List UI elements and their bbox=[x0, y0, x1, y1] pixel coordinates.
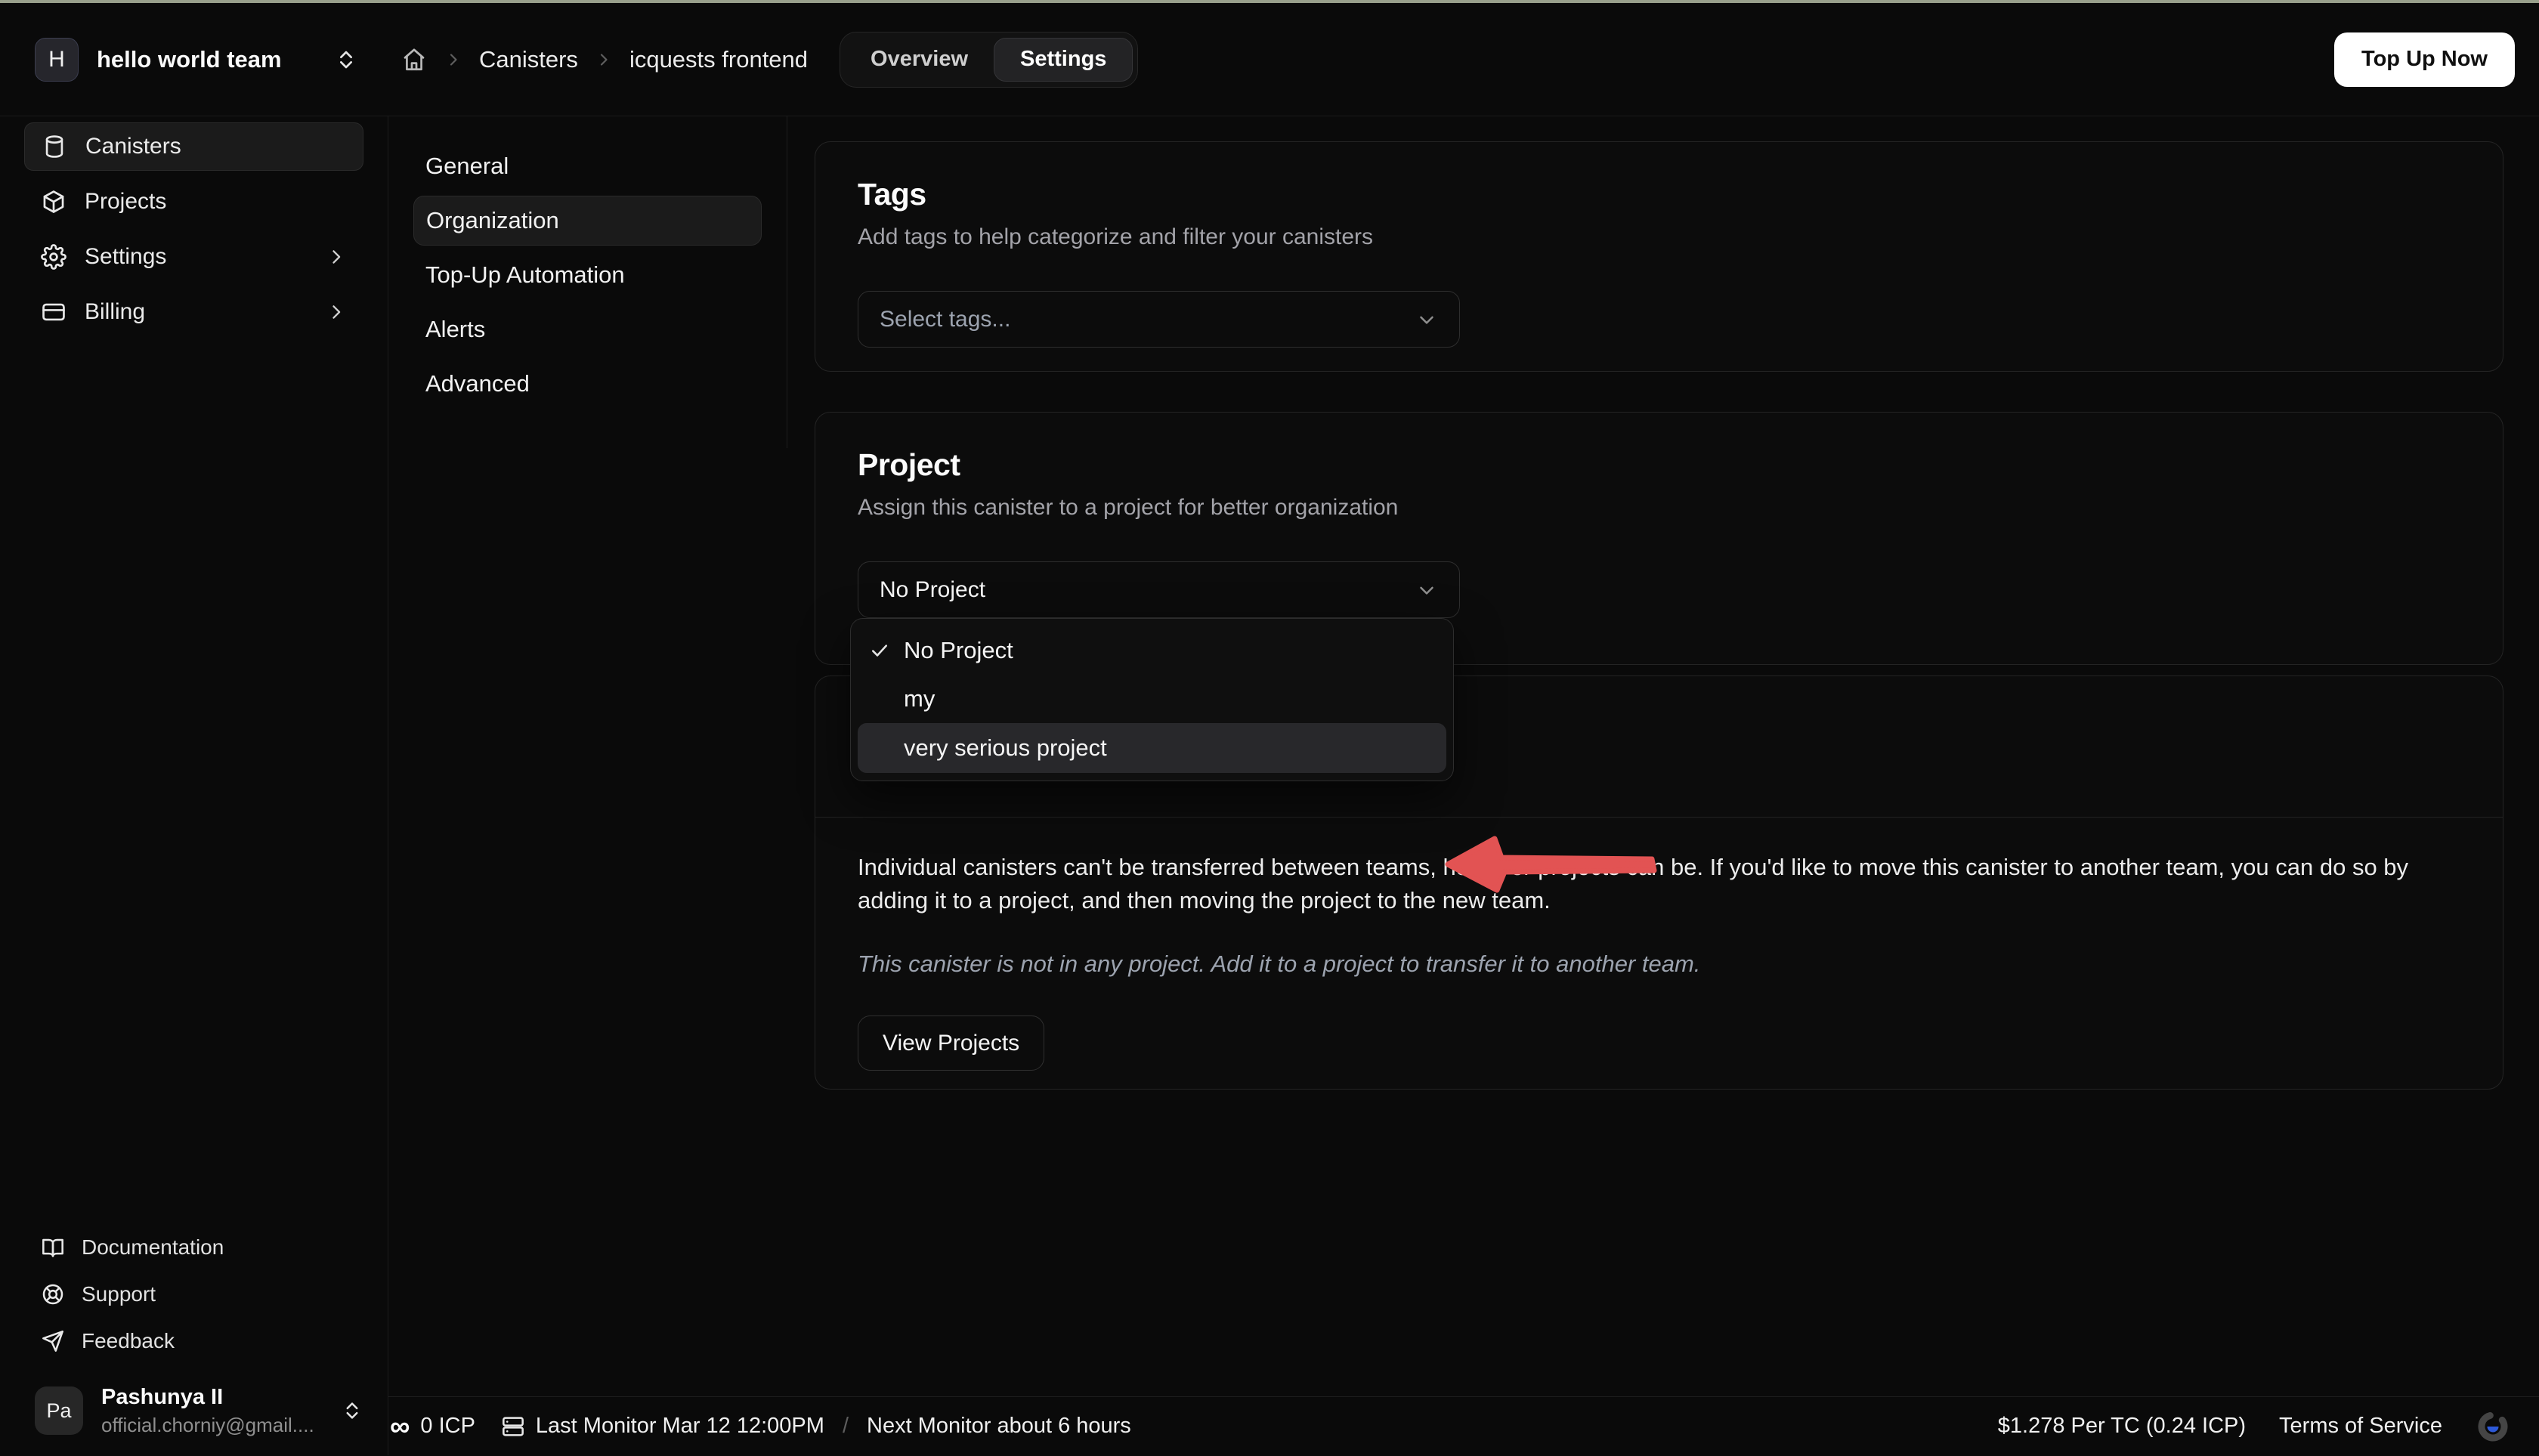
sidebar-item-label: Billing bbox=[85, 299, 145, 325]
user-texts: Pashunya II official.chorniy@gmail.... bbox=[101, 1384, 314, 1437]
icp-balance-value: 0 ICP bbox=[420, 1414, 475, 1439]
send-icon bbox=[41, 1329, 65, 1353]
settings-content: General Organization Top-Up Automation A… bbox=[388, 116, 2539, 1396]
sidebar-item-documentation[interactable]: Documentation bbox=[24, 1224, 363, 1271]
sidebar-item-label: Canisters bbox=[85, 134, 181, 159]
team-switcher[interactable]: H hello world team bbox=[0, 38, 388, 82]
book-open-icon bbox=[41, 1235, 65, 1260]
tab-settings[interactable]: Settings bbox=[994, 38, 1133, 82]
tags-select[interactable]: Select tags... bbox=[858, 291, 1460, 348]
cube-icon bbox=[41, 189, 66, 215]
team-name: hello world team bbox=[97, 46, 282, 73]
status-bar-right: $1.278 Per TC (0.24 ICP) Terms of Servic… bbox=[1998, 1409, 2510, 1444]
check-icon bbox=[869, 640, 892, 661]
next-monitor-text: Next Monitor about 6 hours bbox=[867, 1414, 1131, 1439]
tags-card: Tags Add tags to help categorize and fil… bbox=[815, 141, 2503, 372]
sidebar-item-label: Projects bbox=[85, 189, 166, 215]
user-avatar: Pa bbox=[35, 1386, 83, 1435]
gear-icon bbox=[41, 244, 66, 270]
project-dropdown-menu: No Project my very serious project bbox=[850, 618, 1454, 781]
annotation-arrow bbox=[1443, 833, 1662, 900]
team-avatar: H bbox=[35, 38, 79, 82]
server-icon bbox=[501, 1414, 525, 1439]
chevron-right-icon bbox=[444, 51, 462, 69]
chevrons-up-down-icon bbox=[341, 1398, 363, 1424]
tc-price: $1.278 Per TC (0.24 ICP) bbox=[1998, 1414, 2246, 1439]
infinity-icon: ∞ bbox=[390, 1412, 410, 1440]
user-email: official.chorniy@gmail.... bbox=[101, 1414, 314, 1437]
sidebar-item-label: Settings bbox=[85, 244, 166, 270]
sidebar-item-canisters[interactable]: Canisters bbox=[24, 122, 363, 171]
dropdown-option-label: my bbox=[904, 685, 935, 713]
chevron-right-icon bbox=[595, 51, 613, 69]
sidebar-nav: Canisters Projects Settings bbox=[0, 116, 388, 343]
dropdown-option-no-project[interactable]: No Project bbox=[858, 626, 1446, 675]
footer-item-label: Feedback bbox=[82, 1329, 175, 1353]
chevron-right-icon bbox=[326, 246, 347, 267]
monitor-status: Last Monitor Mar 12 12:00PM / Next Monit… bbox=[501, 1414, 1131, 1439]
sidebar: Canisters Projects Settings bbox=[0, 116, 388, 1455]
icp-balance: ∞ 0 ICP bbox=[390, 1412, 475, 1440]
project-select[interactable]: No Project bbox=[858, 561, 1460, 618]
tags-select-placeholder: Select tags... bbox=[880, 307, 1415, 332]
cards-column: Tags Add tags to help categorize and fil… bbox=[787, 116, 2539, 1396]
sidebar-spacer bbox=[0, 343, 388, 1224]
sidebar-item-billing[interactable]: Billing bbox=[24, 288, 363, 336]
settings-nav-advanced[interactable]: Advanced bbox=[413, 359, 762, 409]
chevron-right-icon bbox=[326, 301, 347, 323]
dropdown-option-very-serious-project[interactable]: very serious project bbox=[858, 723, 1446, 773]
dropdown-option-label: very serious project bbox=[904, 734, 1107, 762]
tags-card-subtitle: Add tags to help categorize and filter y… bbox=[858, 224, 2460, 250]
view-projects-button[interactable]: View Projects bbox=[858, 1015, 1044, 1071]
sidebar-footer: Documentation Support Feedback bbox=[0, 1224, 388, 1369]
dropdown-option-my[interactable]: my bbox=[858, 675, 1446, 723]
cycleops-logo-icon[interactable] bbox=[2476, 1409, 2510, 1444]
canister-icon bbox=[42, 134, 67, 159]
sidebar-item-support[interactable]: Support bbox=[24, 1271, 363, 1318]
project-card-title: Project bbox=[858, 447, 2460, 483]
chevron-down-icon bbox=[1415, 308, 1438, 331]
user-menu[interactable]: Pa Pashunya II official.chorniy@gmail...… bbox=[0, 1369, 388, 1455]
project-select-value: No Project bbox=[880, 577, 1415, 603]
breadcrumb-canister-name: icquests frontend bbox=[629, 46, 808, 73]
sidebar-item-feedback[interactable]: Feedback bbox=[24, 1318, 363, 1365]
terms-of-service-link[interactable]: Terms of Service bbox=[2279, 1414, 2442, 1439]
top-up-now-button[interactable]: Top Up Now bbox=[2334, 32, 2515, 87]
status-separator: / bbox=[835, 1414, 856, 1439]
settings-sub-nav: General Organization Top-Up Automation A… bbox=[388, 116, 787, 448]
sidebar-item-projects[interactable]: Projects bbox=[24, 178, 363, 226]
app-header: H hello world team Canisters icquests fr… bbox=[0, 3, 2539, 116]
home-icon[interactable] bbox=[400, 46, 428, 73]
last-monitor-text: Last Monitor Mar 12 12:00PM bbox=[536, 1414, 824, 1439]
project-card-subtitle: Assign this canister to a project for be… bbox=[858, 495, 2460, 521]
settings-nav-topup-automation[interactable]: Top-Up Automation bbox=[413, 250, 762, 300]
status-bar: ∞ 0 ICP Last Monitor Mar 12 12:00PM / Ne… bbox=[388, 1396, 2539, 1455]
footer-item-label: Support bbox=[82, 1282, 156, 1306]
chevron-down-icon bbox=[1415, 579, 1438, 601]
tags-card-title: Tags bbox=[858, 177, 2460, 212]
dropdown-option-label: No Project bbox=[904, 637, 1013, 664]
breadcrumb: Canisters icquests frontend bbox=[388, 46, 808, 73]
chevrons-up-down-icon bbox=[334, 46, 358, 73]
view-tabs: Overview Settings bbox=[840, 32, 1138, 88]
transfer-note: This canister is not in any project. Add… bbox=[858, 951, 2460, 978]
user-name: Pashunya II bbox=[101, 1384, 314, 1411]
tab-overview[interactable]: Overview bbox=[845, 38, 994, 82]
credit-card-icon bbox=[41, 299, 66, 325]
settings-nav-alerts[interactable]: Alerts bbox=[413, 304, 762, 354]
breadcrumb-canisters[interactable]: Canisters bbox=[479, 46, 578, 73]
main-area: General Organization Top-Up Automation A… bbox=[388, 116, 2539, 1455]
footer-item-label: Documentation bbox=[82, 1235, 224, 1260]
lifebuoy-icon bbox=[41, 1282, 65, 1306]
settings-nav-organization[interactable]: Organization bbox=[413, 196, 762, 246]
sidebar-item-settings[interactable]: Settings bbox=[24, 233, 363, 281]
settings-nav-general[interactable]: General bbox=[413, 141, 762, 191]
